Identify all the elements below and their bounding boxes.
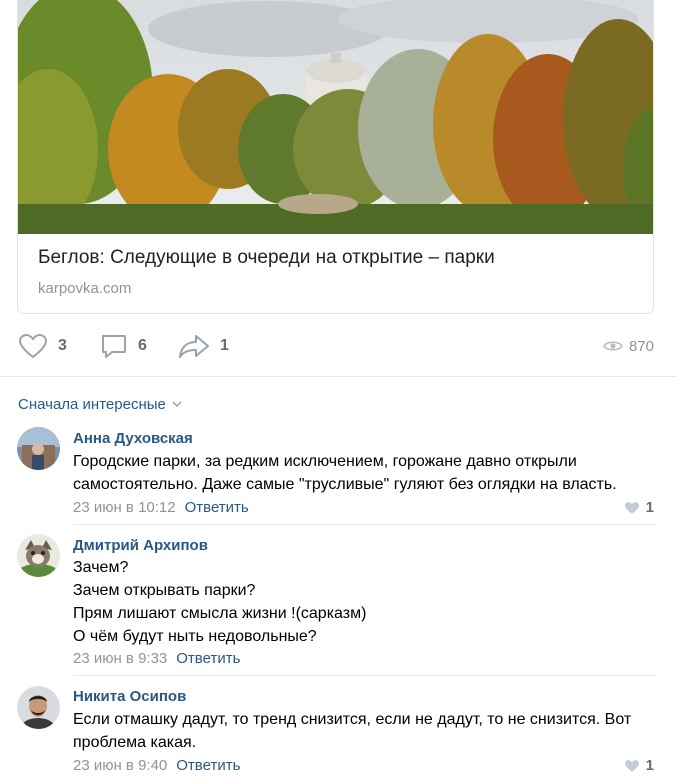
comment-line: Если отмашку дадут, то тренд снизится, е…	[73, 711, 632, 728]
comments-sort-dropdown[interactable]: Сначала интересные	[18, 396, 182, 413]
comment-text: Если отмашку дадут, то тренд снизится, е…	[73, 708, 648, 754]
comment-meta: 23 июн в 9:33 Ответить	[73, 650, 240, 667]
comment-like-count: 1	[645, 757, 654, 774]
comment-meta: 23 июн в 10:12 Ответить	[73, 499, 249, 516]
avatar[interactable]	[17, 427, 60, 470]
share-icon	[179, 335, 209, 358]
comment-text: Городские парки, за редким исключением, …	[73, 450, 648, 496]
link-card[interactable]: Беглов: Следующие в очереди на открытие …	[17, 0, 654, 314]
link-preview-image	[18, 0, 653, 234]
comment-like-button[interactable]: 1	[624, 757, 654, 774]
comment-line: Зачем открывать парки?	[73, 582, 256, 599]
comment-button[interactable]: 6	[100, 328, 147, 364]
comment-author[interactable]: Анна Духовская	[73, 430, 193, 447]
avatar[interactable]	[17, 534, 60, 577]
comment-line: Зачем?	[73, 559, 129, 576]
views-counter: 870	[603, 328, 654, 364]
like-button[interactable]: 3	[18, 328, 67, 364]
share-count: 1	[220, 337, 229, 354]
views-count: 870	[628, 337, 654, 355]
comment-like-button[interactable]: 1	[624, 499, 654, 516]
heart-icon	[18, 333, 48, 359]
comment-like-count: 1	[645, 499, 654, 516]
comment-date[interactable]: 23 июн в 10:12	[73, 499, 176, 516]
comment-icon	[102, 335, 126, 358]
reply-button[interactable]: Ответить	[176, 650, 240, 667]
section-divider	[0, 376, 676, 377]
comment-line: Прям лишают смысла жизни !(сарказм)	[73, 605, 367, 622]
avatar[interactable]	[17, 686, 60, 729]
eye-icon	[603, 341, 623, 351]
comment-date[interactable]: 23 июн в 9:33	[73, 650, 167, 667]
reply-button[interactable]: Ответить	[185, 499, 249, 516]
comment-line: Городские парки, за редким исключением, …	[73, 453, 577, 470]
comment-line: О чём будут ныть недовольные?	[73, 628, 317, 645]
comment-text: Зачем? Зачем открывать парки? Прям лишаю…	[73, 556, 648, 648]
heart-icon	[624, 501, 639, 514]
link-domain: karpovka.com	[38, 280, 132, 297]
chevron-down-icon	[172, 401, 182, 408]
comment-author[interactable]: Дмитрий Архипов	[73, 537, 208, 554]
comment-divider	[73, 675, 656, 676]
comment-date[interactable]: 23 июн в 9:40	[73, 757, 167, 774]
comment-line: самостоятельно. Даже самые "трусливые" г…	[73, 476, 617, 493]
post-actions: 3 6 1	[0, 328, 676, 364]
comment-line: проблема какая.	[73, 734, 197, 751]
comment-author[interactable]: Никита Осипов	[73, 688, 186, 705]
comment-meta: 23 июн в 9:40 Ответить	[73, 757, 240, 774]
comment-divider	[73, 524, 656, 525]
reply-button[interactable]: Ответить	[176, 757, 240, 774]
link-title[interactable]: Беглов: Следующие в очереди на открытие …	[38, 247, 495, 269]
comment-count: 6	[138, 337, 147, 354]
sort-label: Сначала интересные	[18, 396, 166, 413]
heart-icon	[624, 759, 639, 772]
like-count: 3	[58, 337, 67, 354]
share-button[interactable]: 1	[178, 328, 229, 364]
